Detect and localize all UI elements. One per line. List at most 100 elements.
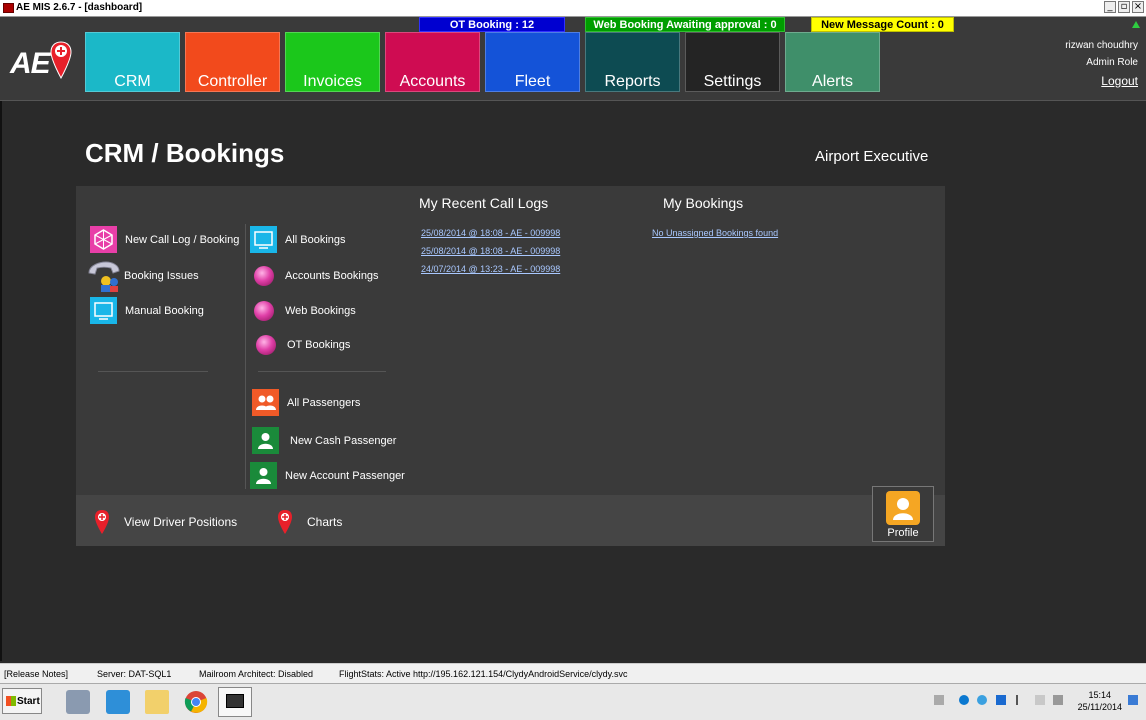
menu-web-bookings[interactable]: Web Bookings — [250, 301, 356, 321]
tile-fleet[interactable]: Fleet — [485, 32, 580, 92]
status-bar: [Release Notes] Server: DAT-SQL1 Mailroo… — [0, 663, 1146, 683]
menu-new-cash-passenger[interactable]: New Cash Passenger — [252, 427, 396, 454]
system-clock[interactable]: 15:14 25/11/2014 — [1078, 689, 1122, 713]
call-log-icon — [90, 226, 117, 253]
call-log-link[interactable]: 25/08/2014 @ 18:08 - AE - 009998 — [421, 246, 560, 256]
flag-icon[interactable] — [1016, 695, 1026, 705]
menu-new-call-log[interactable]: New Call Log / Booking — [90, 226, 239, 253]
folder-icon[interactable] — [145, 690, 169, 714]
menu-manual-booking[interactable]: Manual Booking — [90, 297, 204, 324]
user-name: rizwan choudhry — [1065, 40, 1138, 51]
menu-label: Web Bookings — [285, 305, 356, 317]
ae-mis-taskbar-item[interactable] — [218, 687, 252, 717]
ae-logo: AE — [10, 47, 51, 80]
restore-button[interactable]: ▫ — [1118, 1, 1130, 13]
column-separator — [245, 224, 246, 489]
web-booking-badge[interactable]: Web Booking Awaiting approval : 0 — [585, 17, 785, 32]
tray-icon[interactable] — [934, 695, 944, 705]
user-info: rizwan choudhry Admin Role Logout — [1065, 37, 1138, 90]
link-label: View Driver Positions — [124, 515, 238, 529]
close-button[interactable]: × — [1132, 1, 1144, 13]
tray-icon[interactable] — [996, 695, 1006, 705]
profile-icon — [886, 491, 920, 525]
tray-network-icon[interactable] — [959, 695, 969, 705]
tile-reports[interactable]: Reports — [585, 32, 680, 92]
logout-link[interactable]: Logout — [1065, 73, 1138, 90]
remote-desktop-icon[interactable] — [106, 690, 130, 714]
menu-label: All Bookings — [285, 233, 346, 246]
start-button[interactable]: Start — [2, 688, 42, 714]
clock-time: 15:14 — [1088, 690, 1112, 700]
windows-logo-icon — [6, 696, 16, 706]
start-label: Start — [17, 696, 40, 707]
menu-all-passengers[interactable]: All Passengers — [252, 389, 360, 416]
link-label: Charts — [307, 515, 343, 529]
menu-label: New Cash Passenger — [290, 434, 397, 447]
menu-accounts-bookings[interactable]: Accounts Bookings — [250, 266, 379, 286]
menu-new-account-passenger[interactable]: New Account Passenger — [250, 462, 405, 489]
menu-label: New Call Log / Booking — [125, 233, 240, 246]
message-count-badge[interactable]: New Message Count : 0 — [811, 17, 954, 32]
minimize-button[interactable]: _ — [1104, 1, 1116, 13]
company-name: Airport Executive — [815, 148, 929, 165]
user-role: Admin Role — [1086, 57, 1138, 68]
call-logs-heading: My Recent Call Logs — [419, 195, 549, 211]
app-icon — [3, 3, 14, 13]
profile-label: Profile — [887, 527, 919, 539]
tile-invoices[interactable]: Invoices — [285, 32, 380, 92]
show-desktop-icon[interactable] — [1128, 695, 1138, 705]
window-titlebar: AE MIS 2.6.7 - [dashboard] _ ▫ × — [0, 0, 1146, 17]
page-title: CRM / Bookings — [85, 138, 285, 168]
flightstats-status: FlightStats: Active http://195.162.121.1… — [339, 669, 628, 679]
pink-ball-icon — [254, 301, 274, 321]
chrome-icon[interactable] — [184, 690, 208, 714]
passengers-icon — [252, 389, 279, 416]
menu-label: OT Bookings — [287, 339, 351, 351]
release-notes-link[interactable]: [Release Notes] — [4, 669, 68, 679]
menu-label: Manual Booking — [125, 304, 204, 317]
printer-icon[interactable] — [66, 690, 90, 714]
divider — [258, 371, 386, 372]
panel-footer: View Driver Positions Charts — [76, 495, 945, 546]
charts-link[interactable]: Charts — [277, 509, 342, 535]
tile-alerts[interactable]: Alerts — [785, 32, 880, 92]
window-title: AE MIS 2.6.7 - [dashboard] — [16, 2, 143, 13]
account-passenger-icon — [250, 462, 277, 489]
profile-button[interactable]: Profile — [872, 486, 934, 542]
tile-settings[interactable]: Settings — [685, 32, 780, 92]
pink-ball-icon — [254, 266, 274, 286]
manual-booking-icon — [90, 297, 117, 324]
cash-passenger-icon — [252, 427, 279, 454]
view-driver-positions-link[interactable]: View Driver Positions — [94, 509, 237, 535]
menu-label: Booking Issues — [124, 270, 199, 282]
volume-icon[interactable] — [1053, 695, 1063, 705]
os-taskbar: Start 15:14 25/11/2014 — [0, 683, 1146, 720]
tile-crm[interactable]: CRM — [85, 32, 180, 92]
expand-arrow-icon[interactable] — [1132, 21, 1140, 28]
tray-icon[interactable] — [1035, 695, 1045, 705]
main-content: CRM / Bookings Airport Executive New Cal… — [0, 101, 1146, 661]
pink-ball-icon — [256, 335, 276, 355]
menu-all-bookings[interactable]: All Bookings — [250, 226, 346, 253]
ot-booking-badge[interactable]: OT Booking : 12 — [419, 17, 565, 32]
tray-icon[interactable] — [977, 695, 987, 705]
all-bookings-icon — [250, 226, 277, 253]
menu-label: New Account Passenger — [285, 469, 405, 482]
my-bookings-heading: My Bookings — [663, 195, 744, 211]
map-pin-icon — [95, 510, 109, 534]
menu-ot-bookings[interactable]: OT Bookings — [252, 335, 350, 355]
map-pin-icon — [278, 510, 292, 534]
clock-date: 25/11/2014 — [1077, 702, 1122, 712]
monitor-icon — [226, 694, 244, 708]
app-header: AE OT Booking : 12 Web Booking Awaiting … — [0, 17, 1146, 101]
call-log-link[interactable]: 24/07/2014 @ 13:23 - AE - 009998 — [421, 264, 560, 274]
server-status: Server: DAT-SQL1 — [97, 669, 172, 679]
call-log-link[interactable]: 25/08/2014 @ 18:08 - AE - 009998 — [421, 228, 560, 238]
menu-booking-issues[interactable]: Booking Issues — [86, 259, 199, 293]
phone-support-icon — [86, 259, 122, 293]
divider — [98, 371, 208, 372]
no-bookings-link[interactable]: No Unassigned Bookings found — [652, 228, 778, 238]
map-pin-icon — [50, 41, 72, 79]
tile-accounts[interactable]: Accounts — [385, 32, 480, 92]
tile-controller[interactable]: Controller — [185, 32, 280, 92]
